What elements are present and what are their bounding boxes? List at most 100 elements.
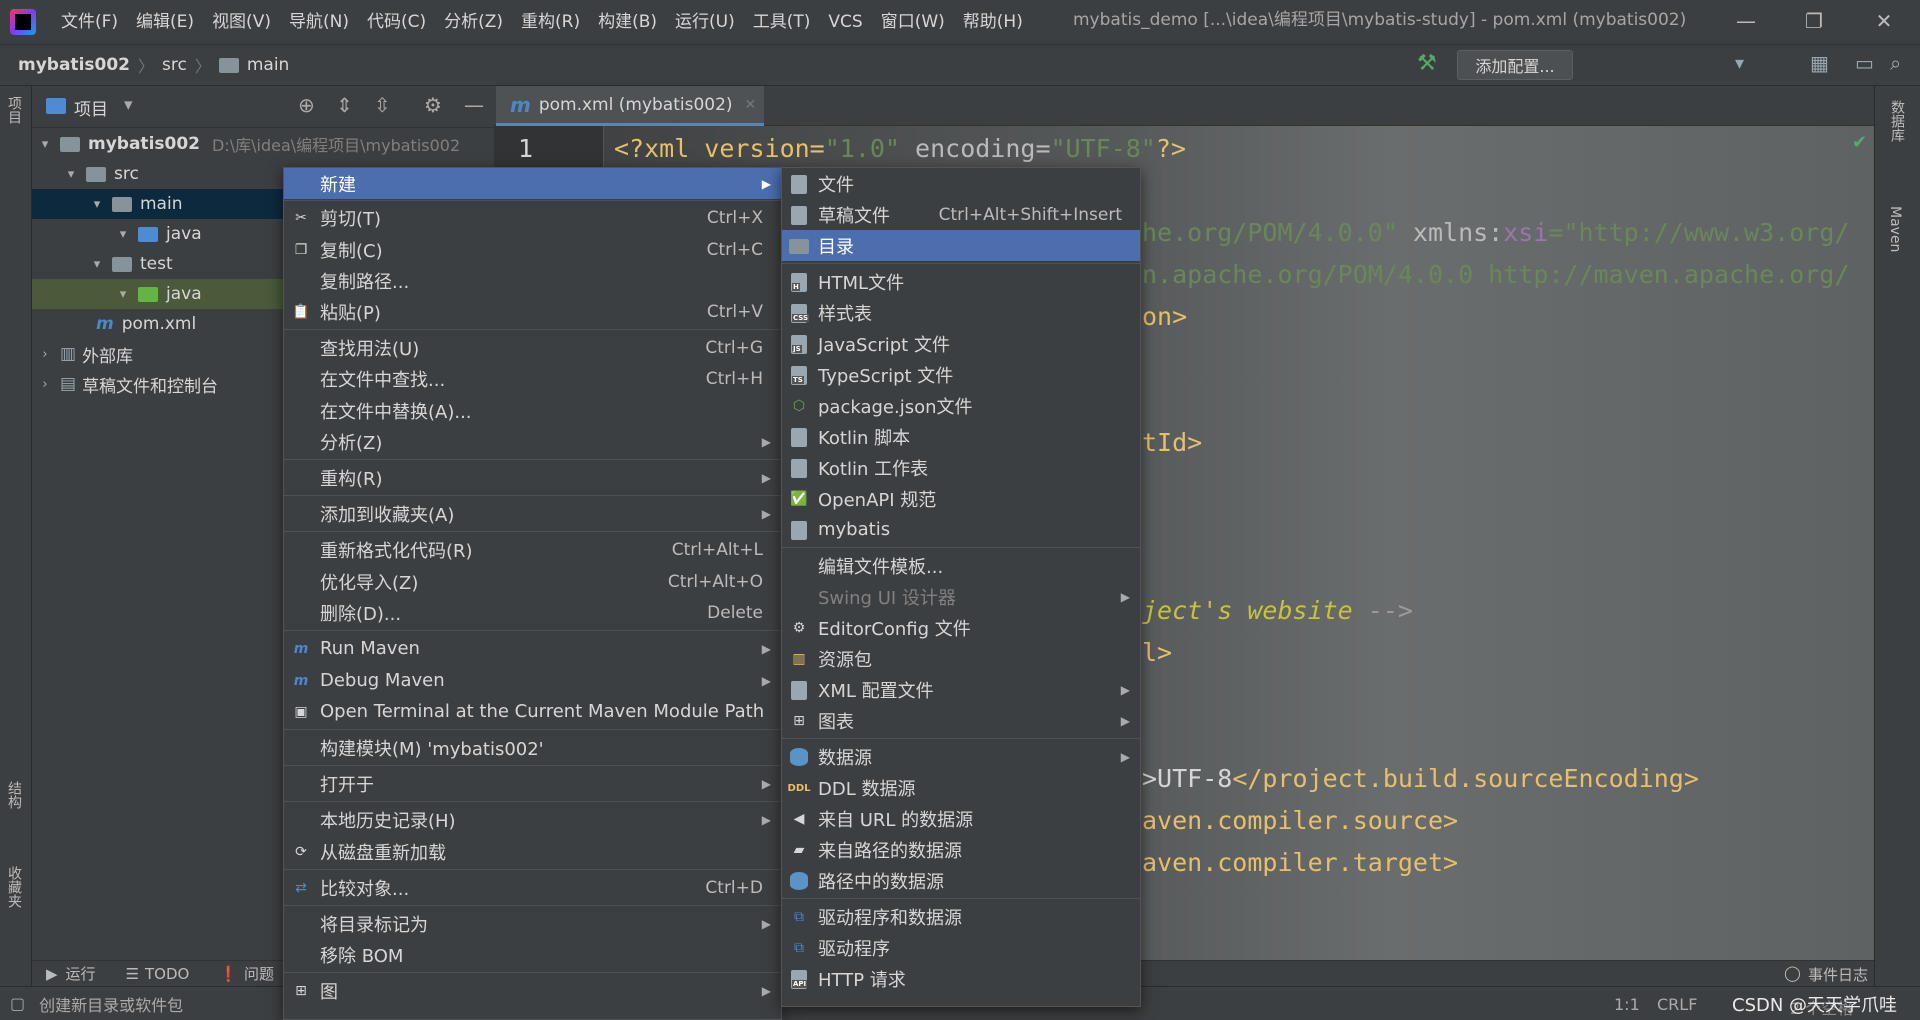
menu-file[interactable]: 文件(F) <box>52 0 127 44</box>
new-mybatis[interactable]: mybatis <box>782 514 1140 545</box>
new-driver[interactable]: ⧉ 驱动程序 <box>782 932 1140 963</box>
new-file[interactable]: 文件 <box>782 168 1140 199</box>
new-data-source-from-url[interactable]: ◀ 来自 URL 的数据源 <box>782 803 1140 834</box>
menu-item-new[interactable]: 新建 ▶ <box>284 168 781 199</box>
new-scratch-file[interactable]: 草稿文件 Ctrl+Alt+Shift+Insert <box>782 199 1140 230</box>
menu-item-paste[interactable]: 📋 粘贴(P) Ctrl+V <box>284 296 781 327</box>
build-hammer-icon[interactable]: ⚒ <box>1417 51 1437 76</box>
new-kotlin-script[interactable]: Kotlin 脚本 <box>782 421 1140 452</box>
menu-item-copy-path[interactable]: 复制路径... <box>284 265 781 296</box>
new-xml-config[interactable]: XML 配置文件 ▶ <box>782 674 1140 705</box>
menu-edit[interactable]: 编辑(E) <box>127 0 203 44</box>
new-stylesheet[interactable]: CSS 样式表 <box>782 297 1140 328</box>
menu-analyze[interactable]: 分析(Z) <box>435 0 512 44</box>
new-diagram[interactable]: ⊞ 图表 ▶ <box>782 705 1140 736</box>
chevron-right-icon[interactable]: › <box>36 377 54 392</box>
tree-item-project[interactable]: ▾ mybatis002 D:\库\idea\编程项目\mybatis002 <box>32 129 494 159</box>
new-resource-bundle[interactable]: ▥ 资源包 <box>782 643 1140 674</box>
menu-view[interactable]: 视图(V) <box>203 0 280 44</box>
menu-item-add-favorites[interactable]: 添加到收藏夹(A) ▶ <box>284 498 781 529</box>
menu-item-reformat[interactable]: 重新格式化代码(R) Ctrl+Alt+L <box>284 534 781 565</box>
project-panel-title[interactable]: 项目 <box>74 95 108 120</box>
new-kotlin-worksheet[interactable]: Kotlin 工作表 <box>782 452 1140 483</box>
chevron-right-icon[interactable]: › <box>36 347 54 362</box>
status-toggle-icon[interactable]: ▢ <box>10 994 25 1013</box>
favorites-tool-tab[interactable]: 收藏夹 <box>4 866 24 908</box>
menu-tools[interactable]: 工具(T) <box>744 0 820 44</box>
chevron-down-icon[interactable]: ▾ <box>88 197 106 212</box>
menu-refactor[interactable]: 重构(R) <box>512 0 589 44</box>
caret-position[interactable]: 1:1 <box>1614 995 1640 1014</box>
maven-tool-tab[interactable]: Maven <box>1887 206 1903 252</box>
chevron-down-icon[interactable]: ▾ <box>114 227 132 242</box>
menu-item-diagram[interactable]: ⊞ 图 ▶ <box>284 975 781 1006</box>
breadcrumb-src[interactable]: src <box>162 55 187 75</box>
menu-item-replace-in-files[interactable]: 在文件中替换(A)... <box>284 395 781 426</box>
new-typescript-file[interactable]: TS TypeScript 文件 <box>782 359 1140 390</box>
menu-item-build-module[interactable]: 构建模块(M) 'mybatis002' <box>284 732 781 763</box>
menu-vcs[interactable]: VCS <box>819 0 871 44</box>
close-tab-icon[interactable]: ✕ <box>745 97 757 113</box>
editor-tab-pom[interactable]: m pom.xml (mybatis002) ✕ <box>496 86 764 126</box>
chevron-down-icon[interactable]: ▾ <box>88 257 106 272</box>
menu-item-local-history[interactable]: 本地历史记录(H) ▶ <box>284 804 781 835</box>
menu-navigate[interactable]: 导航(N) <box>280 0 358 44</box>
hide-panel-icon[interactable]: — <box>464 93 484 117</box>
restore-icon[interactable]: ❐ <box>1788 0 1840 42</box>
menu-item-open-in[interactable]: 打开于 ▶ <box>284 768 781 799</box>
menu-item-find-in-files[interactable]: 在文件中查找... Ctrl+H <box>284 363 781 394</box>
menu-item-find-usages[interactable]: 查找用法(U) Ctrl+G <box>284 332 781 363</box>
menu-item-delete[interactable]: 删除(D)... Delete <box>284 597 781 628</box>
project-tool-tab[interactable]: 项目 <box>4 96 24 124</box>
close-icon[interactable]: ✕ <box>1858 0 1910 42</box>
new-editorconfig[interactable]: ⚙ EditorConfig 文件 <box>782 612 1140 643</box>
chevron-down-icon[interactable]: ▾ <box>114 287 132 302</box>
chevron-down-icon[interactable]: ▾ <box>62 167 80 182</box>
event-log-tab[interactable]: 事件日志 <box>1808 964 1868 985</box>
new-openapi-spec[interactable]: ✅ OpenAPI 规范 <box>782 483 1140 514</box>
layout-icon[interactable]: ▭ <box>1855 51 1874 75</box>
new-data-source[interactable]: 数据源 ▶ <box>782 741 1140 772</box>
dropdown-arrow-icon[interactable]: ▾ <box>1735 53 1744 74</box>
breadcrumb-project[interactable]: mybatis002 <box>18 55 130 75</box>
new-swing-ui-designer[interactable]: Swing UI 设计器 ▶ <box>782 581 1140 612</box>
menu-item-analyze[interactable]: 分析(Z) ▶ <box>284 426 781 457</box>
menu-item-optimize-imports[interactable]: 优化导入(Z) Ctrl+Alt+O <box>284 566 781 597</box>
new-drivers-and-data-sources[interactable]: ⧉ 驱动程序和数据源 <box>782 901 1140 932</box>
menu-item-cut[interactable]: ✂ 剪切(T) Ctrl+X <box>284 202 781 233</box>
menu-item-mark-directory[interactable]: 将目录标记为 ▶ <box>284 908 781 939</box>
structure-tool-tab[interactable]: 结构 <box>4 781 24 809</box>
menu-code[interactable]: 代码(C) <box>358 0 435 44</box>
run-tool-tab[interactable]: 运行 <box>66 963 96 984</box>
search-icon[interactable]: ⌕ <box>1890 51 1901 75</box>
menu-item-copy[interactable]: ❐ 复制(C) Ctrl+C <box>284 234 781 265</box>
chevron-down-icon[interactable]: ▾ <box>36 137 54 152</box>
chevron-down-icon[interactable]: ▾ <box>124 95 133 115</box>
locate-icon[interactable]: ⊕ <box>298 93 315 117</box>
menu-item-run-maven[interactable]: m Run Maven ▶ <box>284 633 781 664</box>
project-structure-icon[interactable]: ▦ <box>1810 51 1829 75</box>
menu-run[interactable]: 运行(U) <box>666 0 744 44</box>
new-ddl-data-source[interactable]: DDL DDL 数据源 <box>782 772 1140 803</box>
new-data-source-from-path[interactable]: ▰ 来自路径的数据源 <box>782 834 1140 865</box>
minimize-icon[interactable]: — <box>1720 0 1772 42</box>
menu-item-remove-bom[interactable]: 移除 BOM <box>284 939 781 970</box>
line-separator[interactable]: CRLF <box>1657 995 1697 1014</box>
menu-window[interactable]: 窗口(W) <box>872 0 954 44</box>
menu-build[interactable]: 构建(B) <box>589 0 666 44</box>
menu-item-compare-with[interactable]: ⇄ 比较对象... Ctrl+D <box>284 872 781 903</box>
edit-file-templates[interactable]: 编辑文件模板... <box>782 550 1140 581</box>
new-package-json[interactable]: ⬡ package.json文件 <box>782 390 1140 421</box>
todo-tool-tab[interactable]: TODO <box>145 965 189 983</box>
menu-help[interactable]: 帮助(H) <box>954 0 1032 44</box>
problems-tool-tab[interactable]: 问题 <box>244 963 274 984</box>
breadcrumb-main[interactable]: main <box>247 55 289 75</box>
database-tool-tab[interactable]: 数据库 <box>1887 100 1907 142</box>
collapse-all-icon[interactable]: ⇳ <box>374 93 391 117</box>
new-javascript-file[interactable]: JS JavaScript 文件 <box>782 328 1140 359</box>
new-directory[interactable]: 目录 <box>782 230 1140 261</box>
new-http-request[interactable]: API HTTP 请求 <box>782 963 1140 994</box>
menu-item-refactor[interactable]: 重构(R) ▶ <box>284 462 781 493</box>
add-configuration-button[interactable]: 添加配置... <box>1457 50 1573 80</box>
new-html-file[interactable]: H HTML文件 <box>782 266 1140 297</box>
